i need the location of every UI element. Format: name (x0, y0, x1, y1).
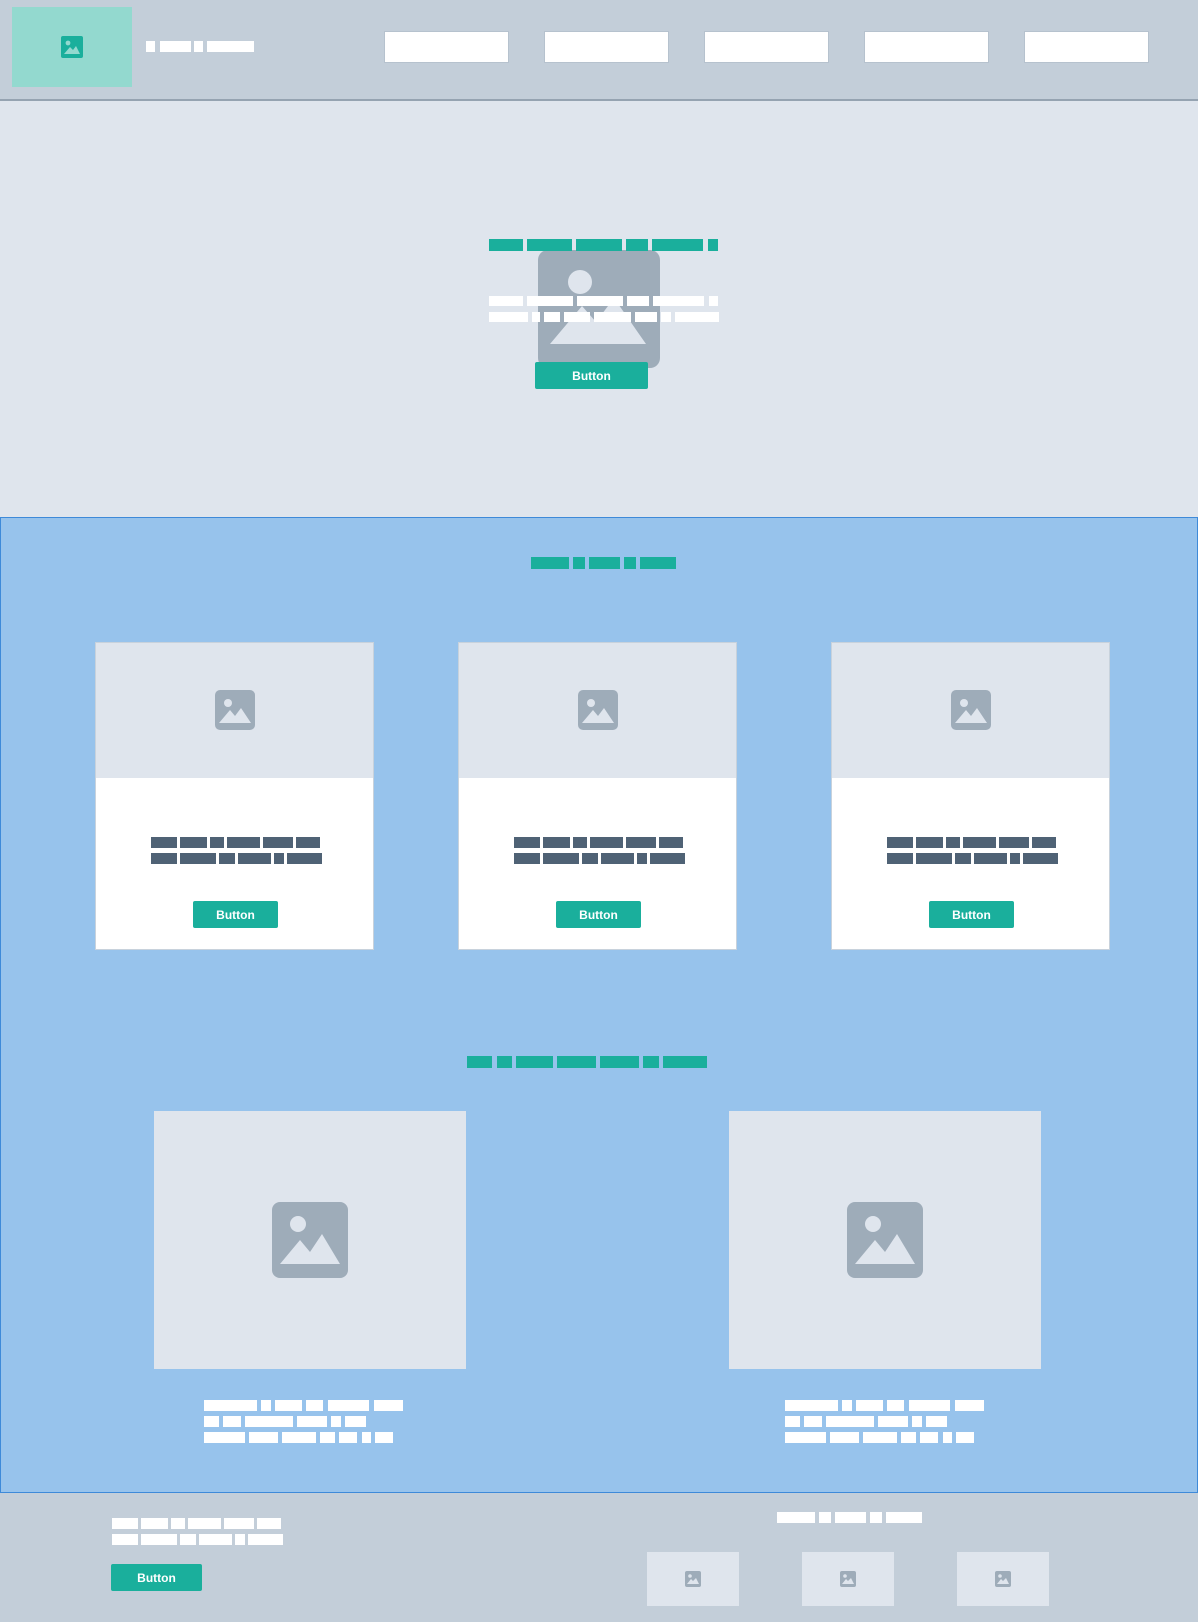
section-title-placeholder (467, 1056, 707, 1068)
card: Button (95, 642, 374, 950)
image-placeholder-icon (951, 690, 991, 730)
card-image (96, 643, 373, 778)
feature-text-line-2 (204, 1416, 404, 1427)
site-header (0, 0, 1198, 101)
image-placeholder-icon (215, 690, 255, 730)
image-placeholder-icon (272, 1202, 348, 1278)
card-text-line-2 (887, 853, 1058, 864)
image-placeholder-icon (995, 1571, 1011, 1587)
card-button[interactable]: Button (193, 901, 278, 928)
card-button[interactable]: Button (929, 901, 1014, 928)
footer-thumbnail[interactable] (647, 1552, 739, 1606)
card: Button (831, 642, 1110, 950)
image-placeholder-icon (685, 1571, 701, 1587)
footer-button[interactable]: Button (111, 1564, 202, 1591)
nav-item-2[interactable] (544, 31, 669, 63)
card-text-line-1 (514, 837, 685, 848)
card-text-line-2 (514, 853, 685, 864)
hero-text-line-2 (489, 312, 722, 322)
nav-item-5[interactable] (1024, 31, 1149, 63)
feature-text-line-1 (785, 1400, 985, 1411)
card-text-line-2 (151, 853, 322, 864)
footer-heading-placeholder (777, 1512, 922, 1523)
feature-text-line-2 (785, 1416, 985, 1427)
nav-item-1[interactable] (384, 31, 509, 63)
feature-text (785, 1400, 985, 1444)
hero-title-placeholder (489, 239, 718, 251)
card-text-line-1 (151, 837, 322, 848)
feature-text-line-3 (785, 1432, 985, 1443)
footer-thumbnail[interactable] (957, 1552, 1049, 1606)
card-image (832, 643, 1109, 778)
card: Button (458, 642, 737, 950)
card-text-line-1 (887, 837, 1058, 848)
nav-item-3[interactable] (704, 31, 829, 63)
logo[interactable] (12, 7, 132, 87)
hero-cta-button[interactable]: Button (535, 362, 648, 389)
footer-text-line-1 (112, 1518, 283, 1529)
image-placeholder-icon (61, 36, 83, 58)
card-button[interactable]: Button (556, 901, 641, 928)
section-title-placeholder (531, 557, 676, 569)
site-name-placeholder (146, 41, 254, 52)
feature-text-line-3 (204, 1432, 404, 1443)
hero-image (538, 250, 660, 368)
nav-item-4[interactable] (864, 31, 989, 63)
image-placeholder-icon (840, 1571, 856, 1587)
footer-thumbnail[interactable] (802, 1552, 894, 1606)
feature-image (154, 1111, 466, 1369)
feature-image (729, 1111, 1041, 1369)
feature-text (204, 1400, 404, 1444)
image-placeholder-icon (578, 690, 618, 730)
card-image (459, 643, 736, 778)
image-placeholder-icon (847, 1202, 923, 1278)
hero-text-line-1 (489, 296, 722, 306)
feature-text-line-1 (204, 1400, 404, 1411)
footer-text-line-2 (112, 1534, 283, 1545)
image-placeholder-icon (550, 270, 646, 344)
